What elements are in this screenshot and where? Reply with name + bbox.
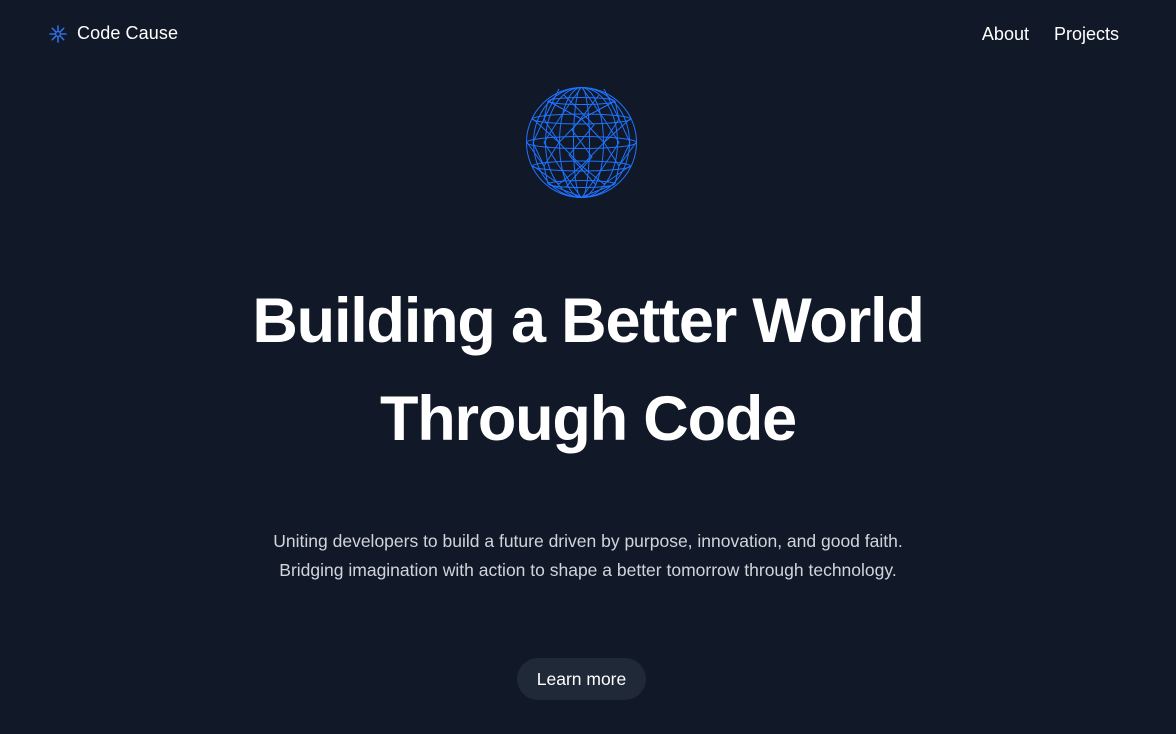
hero-subtitle-line-2: Bridging imagination with action to shap… <box>279 560 897 580</box>
hero-headline-line-1: Building a Better World <box>252 286 924 356</box>
top-navigation: Code Cause About Projects <box>0 0 1176 70</box>
hero-subtitle-line-1: Uniting developers to build a future dri… <box>273 531 903 551</box>
brand-name: Code Cause <box>77 23 179 43</box>
learn-more-button[interactable]: Learn more <box>517 658 646 700</box>
brand-link[interactable]: Code Cause <box>48 23 178 44</box>
hero-headline-line-2: Through Code <box>379 384 797 454</box>
hero-subtitle: Uniting developers to build a future dri… <box>0 527 1176 585</box>
landing-page: Code Cause About Projects Building a Bet… <box>0 0 1176 734</box>
asterisk-logo-icon <box>49 24 67 43</box>
nav-links: About Projects <box>982 24 1119 45</box>
wireframe-globe-icon <box>526 86 637 199</box>
nav-link-about[interactable]: About <box>982 24 1029 45</box>
nav-link-projects[interactable]: Projects <box>1054 24 1119 45</box>
hero-headline: Building a Better World Through Code <box>0 272 1176 468</box>
